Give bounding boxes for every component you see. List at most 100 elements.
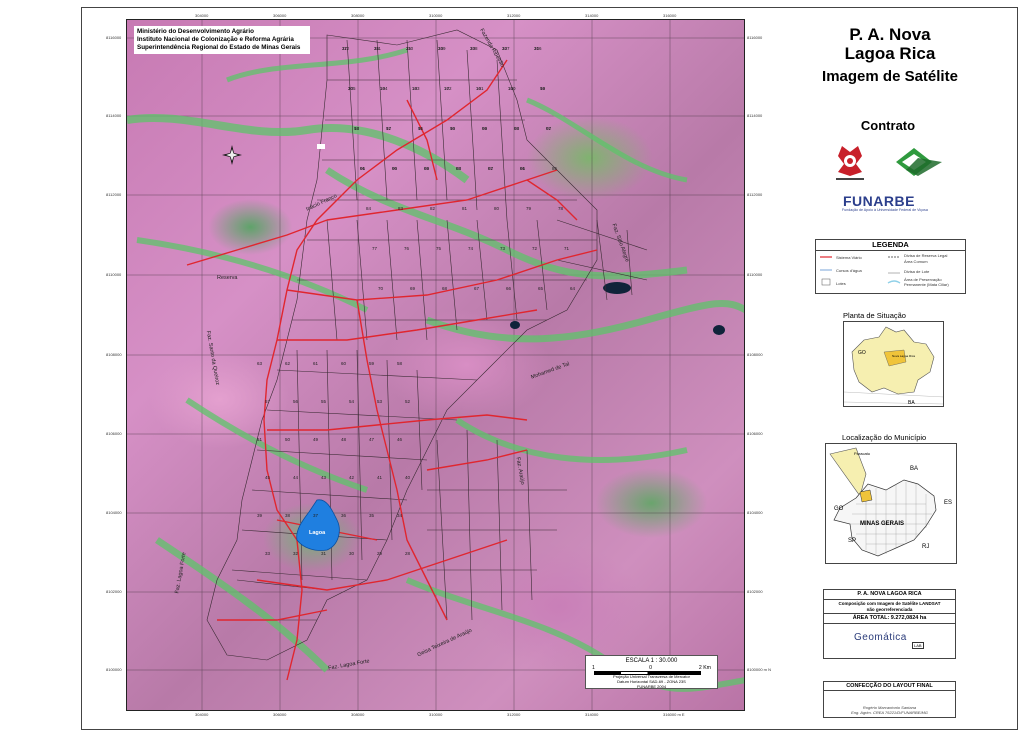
- lot-number-label: 16: [476, 86, 482, 91]
- road-system: [186, 59, 598, 681]
- tick-top-3: 310000: [429, 13, 443, 18]
- lot-number-label: 67: [474, 286, 480, 291]
- lot-number-label: 63: [257, 361, 263, 366]
- info-desc: Composição com Imagem de Satélite LANDSA…: [824, 600, 955, 614]
- tick-bottom-4: 312000: [507, 712, 521, 717]
- lot-number-label: 59: [369, 361, 375, 366]
- tick-left-4: 8108000: [106, 352, 122, 357]
- lot-number-label: 36: [341, 513, 347, 518]
- lot-number-label: 28: [405, 551, 411, 556]
- info-area: ÁREA TOTAL: 9.272,0824 ha: [824, 614, 955, 624]
- lot-number-label: 72: [532, 246, 538, 251]
- lot-number-label: 71: [564, 246, 570, 251]
- geomatica-lab: LAB: [912, 642, 924, 649]
- loc-label-mg: MINAS GERAIS: [860, 521, 905, 527]
- lot-number-label: 46: [397, 437, 403, 442]
- tick-left-7: 8102000: [106, 589, 122, 594]
- planta-title: Planta de Situação: [843, 311, 906, 320]
- lot-number-label: 23: [470, 46, 476, 51]
- lot-number-label: 55: [321, 399, 327, 404]
- tick-left-2: 8112000: [106, 192, 122, 197]
- tick-left-3: 8110000: [106, 272, 122, 277]
- lot-number-label: 29: [377, 551, 383, 556]
- map-overlay: 112 111 110 109 108 107 106105 104 103 102 101 100 9…: [127, 20, 744, 710]
- lot-number-label: 10: [450, 126, 456, 131]
- legend-box: LEGENDA Sistema Viário Cursos d'água Lot…: [815, 239, 966, 294]
- tick-top-0: 304000: [195, 13, 209, 18]
- legend-item-1: Cursos d'água: [836, 268, 862, 273]
- lot-number-label: 21: [534, 46, 540, 51]
- info-title: P. A. NOVA LAGOA RICA: [824, 590, 955, 600]
- lot-number-label: 77: [372, 246, 378, 251]
- marker-white: [317, 144, 325, 149]
- tick-top-2: 308000: [351, 13, 365, 18]
- lot-number-label: 39: [257, 513, 263, 518]
- lot-number-label: 24: [438, 46, 444, 51]
- lot-number-label: 43: [321, 475, 327, 480]
- loc-label-sp: SP: [848, 538, 857, 544]
- lot-number-label: 05: [392, 166, 398, 171]
- tick-left-6: 8104000: [106, 510, 122, 515]
- lagoa-water: [296, 499, 340, 551]
- lot-number-label: 13: [354, 126, 360, 131]
- lot-number-label: 47: [369, 437, 375, 442]
- lot-number-label: 69: [410, 286, 416, 291]
- loc-label-ba: BA: [910, 466, 919, 472]
- planta-panel: GO BA Nova Lagoa Rica: [843, 321, 944, 407]
- lot-number-label: 66: [506, 286, 512, 291]
- tick-bottom-3: 310000: [429, 712, 443, 717]
- lot-number-label: 65: [538, 286, 544, 291]
- reserva-label: Reserva: [217, 275, 238, 281]
- lot-number-label: 34: [397, 513, 403, 518]
- lot-number-label: 50: [285, 437, 291, 442]
- tick-left-5: 8106000: [106, 431, 122, 436]
- lot-number-label: 83: [398, 206, 404, 211]
- lot-number-label: 42: [349, 475, 355, 480]
- lot-number-label: 15: [508, 86, 514, 91]
- lot-number-label: 01: [520, 166, 526, 171]
- lot-number-label: 11: [418, 126, 423, 131]
- confeccao-title: CONFECÇÃO DO LAYOUT FINAL: [824, 682, 955, 691]
- geomatica-text: Geomática: [854, 632, 907, 643]
- funarbe-subtitle: Fundação de Apoio à Universidade Federal…: [842, 208, 928, 212]
- lot-number-label: 30: [349, 551, 355, 556]
- info-desc2: não georreferenciada: [866, 606, 913, 612]
- lot-number-label: 85: [552, 166, 558, 171]
- scale-title: ESCALA 1 : 30.000: [625, 658, 678, 664]
- legend-item-3: Divisa de Reserva Legal: [904, 253, 948, 258]
- lot-number-label: 64: [570, 286, 576, 291]
- lot-number-label: 20: [348, 86, 354, 91]
- lot-number-label: 76: [404, 246, 410, 251]
- legend-item-4: Área Comum: [904, 259, 928, 264]
- tick-bottom-6: 316000 m E: [663, 712, 685, 717]
- page-title: P. A. Nova Lagoa Rica Imagem de Satélite: [800, 25, 980, 86]
- lot-number-label: 06: [360, 166, 366, 171]
- scale-bar: 1 0 2 Km: [592, 665, 711, 675]
- ministry-line2: Instituto Nacional de Colonização e Refo…: [137, 36, 294, 43]
- lot-number-label: 56: [293, 399, 299, 404]
- tick-right-1: 8114000: [747, 113, 763, 118]
- lot-number-label: 19: [380, 86, 386, 91]
- tick-bottom-2: 308000: [351, 712, 365, 717]
- title-line1: P. A. Nova: [849, 25, 931, 44]
- tick-right-4: 8108000: [747, 352, 763, 357]
- lot-number-label: 08: [514, 126, 520, 131]
- lot-number-label: 27: [342, 46, 348, 51]
- contrato-heading: Contrato: [860, 118, 916, 133]
- tick-right-3: 8110000: [747, 272, 763, 277]
- lot-number-label: 45: [265, 475, 271, 480]
- lot-number-label: 17: [444, 86, 450, 91]
- ministry-line3: Superintendência Regional do Estado de M…: [137, 44, 301, 51]
- lot-number-label: 03: [456, 166, 462, 171]
- tick-right-0: 8116000: [747, 35, 763, 40]
- lot-number-label: 49: [313, 437, 319, 442]
- satellite-map[interactable]: 112 111 110 109 108 107 106 105 104 103 102 101 100 9…: [126, 19, 745, 711]
- lot-number-label: 35: [369, 513, 375, 518]
- legend-item-6: Área de Preservação Permanente (Mata Cil…: [904, 277, 949, 287]
- lot-number-label: 14: [540, 86, 546, 91]
- lot-number-label: 41: [377, 475, 383, 480]
- lot-number-label: 53: [377, 399, 383, 404]
- lot-number-label: 80: [494, 206, 500, 211]
- lot-number-label: 22: [502, 46, 508, 51]
- lot-number-label: 61: [313, 361, 319, 366]
